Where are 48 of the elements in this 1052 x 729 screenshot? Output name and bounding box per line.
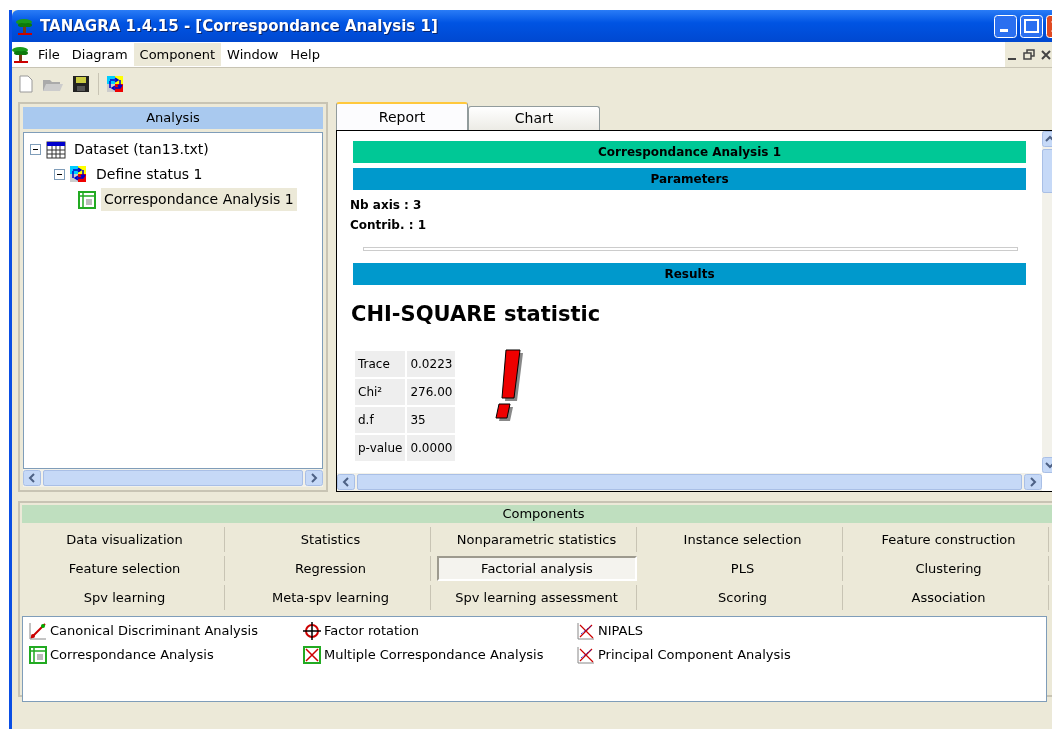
- category-tab[interactable]: Association: [849, 585, 1049, 610]
- tree-item[interactable]: Correspondance Analysis 1: [101, 188, 297, 211]
- tab[interactable]: Report: [336, 102, 468, 130]
- category-tab[interactable]: Factorial analysis: [437, 556, 637, 581]
- table-cell: 0.0000: [407, 434, 456, 461]
- section-header: Results: [353, 263, 1026, 285]
- category-tab[interactable]: Spv learning assessment: [437, 585, 637, 610]
- list-item[interactable]: Multiple Correspondance Analysis: [324, 645, 544, 665]
- list-item[interactable]: Canonical Discriminant Analysis: [50, 621, 258, 641]
- section-header: Parameters: [353, 168, 1026, 190]
- category-tab[interactable]: Clustering: [849, 556, 1049, 581]
- category-tab[interactable]: Data visualization: [25, 527, 225, 552]
- category-tab[interactable]: Spv learning: [25, 585, 225, 610]
- category-tab[interactable]: Meta-spv learning: [231, 585, 431, 610]
- tree-item[interactable]: Dataset (tan13.txt): [71, 138, 212, 161]
- menu-item[interactable]: Window: [221, 42, 285, 67]
- report-heading: CHI-SQUARE statistic: [351, 301, 602, 328]
- table-cell: 276.00: [407, 378, 456, 405]
- list-item[interactable]: Correspondance Analysis: [50, 645, 214, 665]
- menu-item[interactable]: Diagram: [65, 42, 134, 67]
- table-cell: p-value: [355, 434, 406, 461]
- list-item[interactable]: Principal Component Analysis: [598, 645, 791, 665]
- parameter-text: Contrib. : 1: [350, 217, 427, 234]
- category-tab[interactable]: Feature selection: [25, 556, 225, 581]
- table-cell: 35: [407, 406, 456, 433]
- tree-item[interactable]: Define status 1: [93, 163, 206, 186]
- category-tab[interactable]: Nonparametric statistics: [437, 527, 637, 552]
- category-tab[interactable]: Scoring: [643, 585, 843, 610]
- table-cell: 0.0223: [407, 350, 456, 377]
- category-tab[interactable]: Feature construction: [849, 527, 1049, 552]
- parameter-text: Nb axis : 3: [350, 197, 423, 214]
- panel-header: Analysis: [23, 107, 323, 129]
- window-title: TANAGRA 1.4.15 - [Correspondance Analysis 1]: [40, 15, 438, 37]
- menu-item[interactable]: Component: [133, 42, 222, 67]
- list-item[interactable]: Factor rotation: [324, 621, 419, 641]
- table-cell: Chi²: [355, 378, 406, 405]
- category-tab[interactable]: Instance selection: [643, 527, 843, 552]
- table-cell: Trace: [355, 350, 406, 377]
- tab[interactable]: Chart: [468, 106, 600, 130]
- menu-item[interactable]: File: [32, 42, 66, 67]
- category-tab[interactable]: PLS: [643, 556, 843, 581]
- menu-item[interactable]: Help: [284, 42, 326, 67]
- category-tab[interactable]: Statistics: [231, 527, 431, 552]
- table-cell: d.f: [355, 406, 406, 433]
- category-tab[interactable]: Regression: [231, 556, 431, 581]
- panel-header: Components: [22, 505, 1052, 523]
- list-item[interactable]: NIPALS: [598, 621, 643, 641]
- report-title: Correspondance Analysis 1: [353, 141, 1026, 163]
